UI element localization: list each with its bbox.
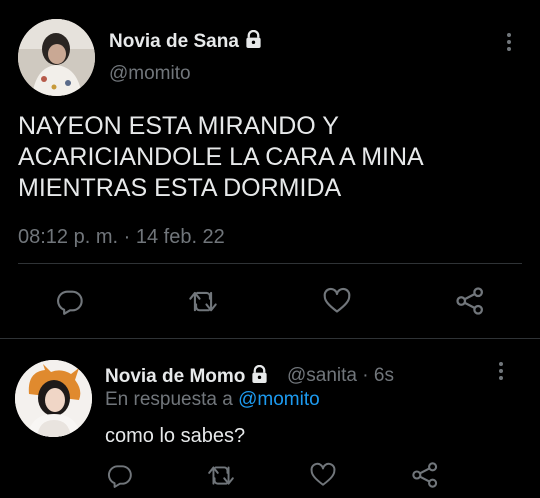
retweet-icon[interactable] [188, 287, 218, 315]
more-options-icon[interactable] [491, 362, 511, 382]
tweet-time[interactable]: · 6s [362, 365, 394, 386]
tweet-text: NAYEON ESTA MIRANDO Y ACARICIANDOLE LA C… [18, 112, 424, 202]
avatar[interactable] [15, 360, 92, 437]
share-icon[interactable] [455, 286, 485, 316]
display-name[interactable]: Novia de Momo [105, 364, 269, 390]
avatar[interactable] [18, 19, 95, 96]
user-handle[interactable]: @momito [109, 63, 191, 85]
user-handle: @sanita · 6s [287, 365, 394, 386]
retweet-icon[interactable] [207, 462, 235, 488]
reply-icon[interactable] [107, 462, 133, 488]
lock-icon [250, 364, 269, 390]
display-name[interactable]: Novia de Sana [109, 29, 263, 55]
lock-icon [244, 29, 263, 55]
tweet-timestamp[interactable]: 08:12 p. m. · 14 feb. 22 [18, 226, 225, 249]
in-reply-to: En respuesta a @momito [105, 389, 320, 410]
like-icon[interactable] [322, 287, 352, 315]
reply-to-handle-link[interactable]: @momito [238, 389, 320, 410]
reply-text: como lo sabes? [105, 425, 246, 447]
more-options-icon[interactable] [499, 33, 519, 53]
reply-icon[interactable] [56, 287, 84, 315]
section-divider [0, 338, 540, 339]
like-icon[interactable] [309, 462, 337, 488]
share-icon[interactable] [411, 461, 439, 489]
divider [18, 263, 522, 264]
